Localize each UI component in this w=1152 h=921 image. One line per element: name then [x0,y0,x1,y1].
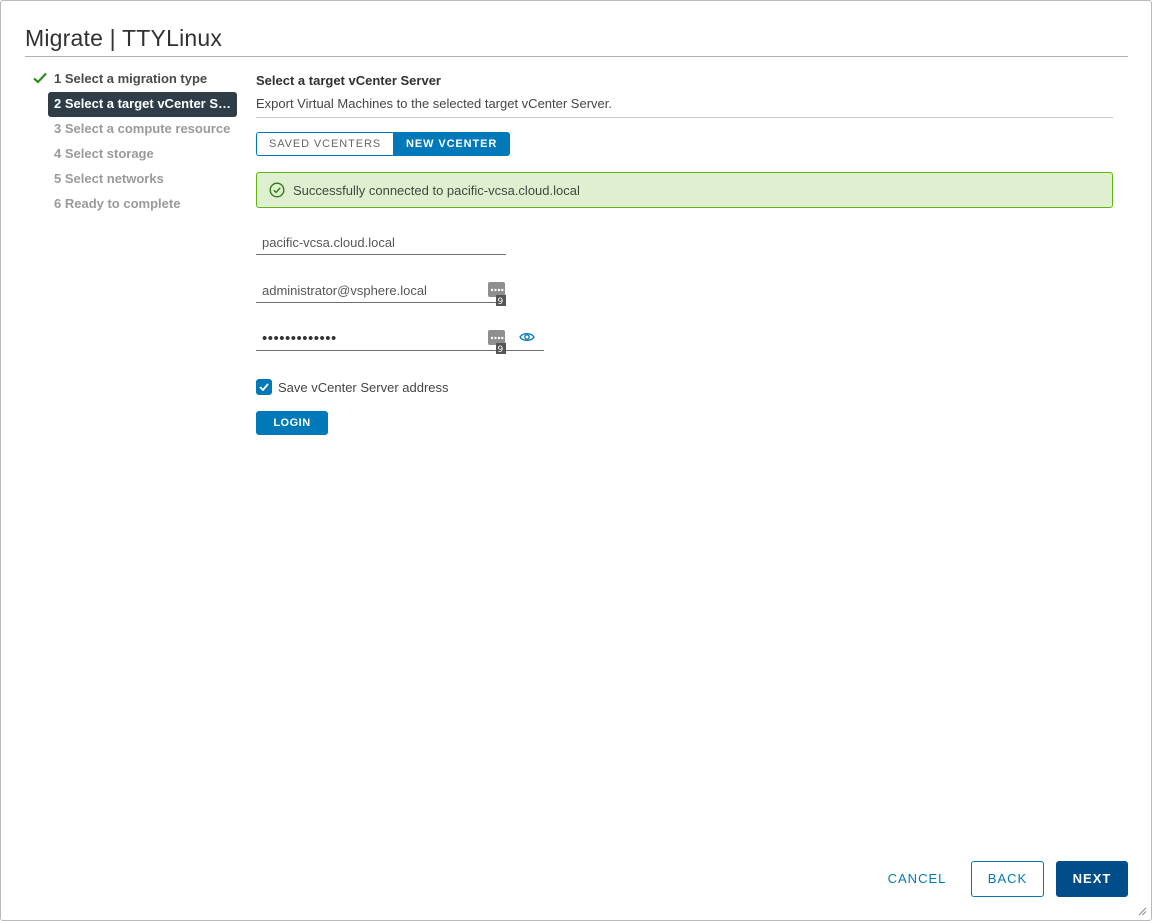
save-address-label: Save vCenter Server address [278,379,449,395]
password-input[interactable] [256,327,506,349]
svg-text:9: 9 [498,297,504,306]
cancel-button[interactable]: CANCEL [877,861,957,897]
section-title: Select a target vCenter Server [256,73,441,88]
save-address-row: Save vCenter Server address [256,379,449,395]
section-description: Export Virtual Machines to the selected … [256,96,612,111]
section-divider [256,117,1113,118]
migrate-dialog: Migrate | TTYLinux 1 Select a migration … [0,0,1152,921]
step-label: 1 Select a migration type [54,71,208,86]
server-input[interactable] [256,231,506,253]
wizard-steps: 1 Select a migration type 2 Select a tar… [31,67,241,217]
check-icon [33,72,47,84]
success-alert: Successfully connected to pacific-vcsa.c… [256,172,1113,208]
back-button[interactable]: BACK [971,861,1044,897]
password-field: 9 [256,327,544,354]
new-vcenter-tab[interactable]: NEW VCENTER [393,132,511,156]
username-field: 9 [256,279,506,306]
step-5-networks: 5 Select networks [54,171,164,186]
resize-icon[interactable] [1138,907,1147,916]
success-circle-icon [269,182,285,198]
step-2-target-vcenter[interactable]: 2 Select a target vCenter Server [48,92,237,117]
step-4-storage: 4 Select storage [54,146,154,161]
step-6-ready-to-complete: 6 Ready to complete [54,196,181,211]
server-field [256,231,506,255]
title-divider [25,56,1128,57]
password-manager-icon[interactable]: 9 [488,330,506,354]
dialog-title: Migrate | TTYLinux [25,25,223,51]
username-input[interactable] [256,279,506,301]
save-address-checkbox[interactable] [256,379,272,395]
alert-message: Successfully connected to pacific-vcsa.c… [293,182,580,198]
next-button[interactable]: NEXT [1056,861,1128,897]
main-panel: Select a target vCenter Server Export Vi… [256,73,1114,435]
step-1-migration-type[interactable]: 1 Select a migration type [31,67,241,92]
password-manager-icon[interactable]: 9 [488,282,506,306]
svg-text:9: 9 [498,345,504,354]
step-3-compute-resource: 3 Select a compute resource [54,121,231,136]
checkbox-check-icon [259,383,269,391]
login-button[interactable]: LOGIN [256,411,328,435]
eye-icon[interactable] [519,331,535,343]
vcenter-source-toggle: SAVED VCENTERS NEW VCENTER [256,132,511,156]
saved-vcenters-tab[interactable]: SAVED VCENTERS [256,132,394,156]
